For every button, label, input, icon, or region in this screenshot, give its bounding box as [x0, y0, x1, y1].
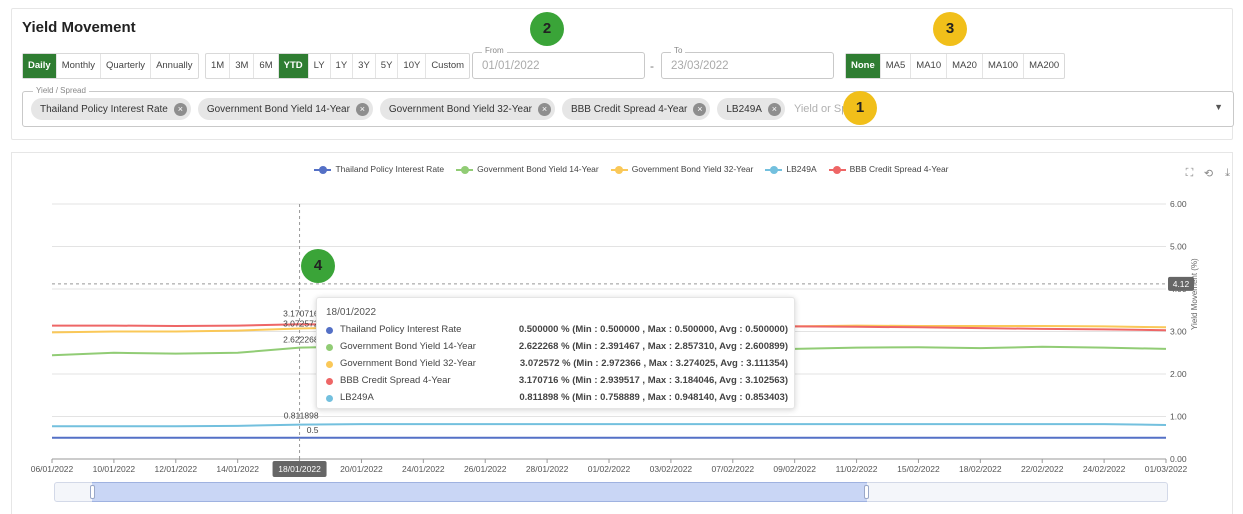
data-point-label: 2.622268: [283, 335, 319, 345]
tooltip-series-value: 3.072572 % (Min : 2.972366 , Max : 3.274…: [519, 358, 788, 369]
x-tick-label: 14/01/2022: [216, 464, 259, 474]
x-tick-label: 24/01/2022: [402, 464, 445, 474]
tooltip-row: LB249A 0.811898 % (Min : 0.758889 , Max :…: [326, 392, 788, 403]
y-tick-label: 2.00: [1170, 369, 1187, 379]
y-axis-title: Yield Movement (%): [1190, 258, 1199, 330]
tooltip-series-value: 0.500000 % (Min : 0.500000 , Max : 0.500…: [518, 324, 788, 335]
tooltip-date: 18/01/2022: [326, 307, 377, 318]
x-tick-label: 09/02/2022: [773, 464, 816, 474]
data-point-label: 0.811898: [284, 411, 319, 421]
x-tick-label: 18/02/2022: [959, 464, 1002, 474]
zoom-slider-window[interactable]: [91, 482, 868, 502]
tooltip-row: Government Bond Yield 32-Year 3.072572 % …: [326, 358, 788, 369]
tooltip-series-value: 3.170716 % (Min : 2.939517 , Max : 3.184…: [518, 375, 788, 386]
data-point-label: 0.5: [307, 425, 319, 435]
x-tick-label: 03/02/2022: [650, 464, 693, 474]
tooltip-series-name: Government Bond Yield 32-Year: [340, 358, 476, 369]
yield-movement-chart: 6.005.004.003.002.001.000.0006/01/202210…: [31, 199, 1194, 477]
y-tick-label: 0.00: [1170, 454, 1187, 464]
series-dot-icon: [326, 327, 333, 334]
series-dot-icon: [326, 361, 333, 368]
tooltip-series-name: Thailand Policy Interest Rate: [340, 324, 462, 335]
y-tick-label: 6.00: [1170, 199, 1187, 209]
crosshair-y-label: 4.12: [1173, 279, 1190, 289]
zoom-slider-left-handle[interactable]: [89, 485, 95, 499]
x-tick-label: 06/01/2022: [31, 464, 74, 474]
y-tick-label: 5.00: [1170, 242, 1187, 252]
series-line: [52, 423, 1167, 428]
tooltip-series-name: LB249A: [340, 392, 374, 403]
x-tick-label: 22/02/2022: [1021, 464, 1064, 474]
x-tick-label: 01/02/2022: [588, 464, 631, 474]
data-point-label: 3.170716: [283, 308, 319, 318]
annotation-badge-4: 4: [301, 249, 335, 283]
x-tick-label: 28/01/2022: [526, 464, 569, 474]
x-tick-label: 26/01/2022: [464, 464, 507, 474]
tooltip-series-name: Government Bond Yield 14-Year: [340, 341, 476, 352]
x-tick-label: 20/01/2022: [340, 464, 383, 474]
x-tick-label: 10/01/2022: [93, 464, 136, 474]
tooltip-row: BBB Credit Spread 4-Year 3.170716 % (Min …: [326, 375, 788, 386]
tooltip-row: Thailand Policy Interest Rate 0.500000 % …: [326, 324, 788, 335]
x-tick-label: 11/02/2022: [836, 464, 878, 474]
x-tick-label: 01/03/2022: [1145, 464, 1188, 474]
data-point-label: 3.072572: [283, 319, 319, 329]
chart-tooltip: 18/01/2022 Thailand Policy Interest Rate…: [316, 297, 795, 409]
crosshair-x-label: 18/01/2022: [278, 464, 321, 474]
series-dot-icon: [326, 378, 333, 385]
zoom-slider-right-handle[interactable]: [864, 485, 870, 499]
tooltip-row: Government Bond Yield 14-Year 2.622268 % …: [326, 341, 788, 352]
x-tick-label: 15/02/2022: [897, 464, 940, 474]
x-tick-label: 07/02/2022: [712, 464, 755, 474]
series-dot-icon: [326, 344, 333, 351]
x-tick-label: 12/01/2022: [155, 464, 198, 474]
tooltip-series-value: 0.811898 % (Min : 0.758889 , Max : 0.948…: [519, 392, 788, 403]
y-tick-label: 3.00: [1170, 327, 1187, 337]
tooltip-series-name: BBB Credit Spread 4-Year: [340, 375, 451, 386]
y-tick-label: 1.00: [1170, 412, 1187, 422]
x-tick-label: 24/02/2022: [1083, 464, 1126, 474]
series-dot-icon: [326, 395, 333, 402]
tooltip-series-value: 2.622268 % (Min : 2.391467 , Max : 2.857…: [518, 341, 788, 352]
